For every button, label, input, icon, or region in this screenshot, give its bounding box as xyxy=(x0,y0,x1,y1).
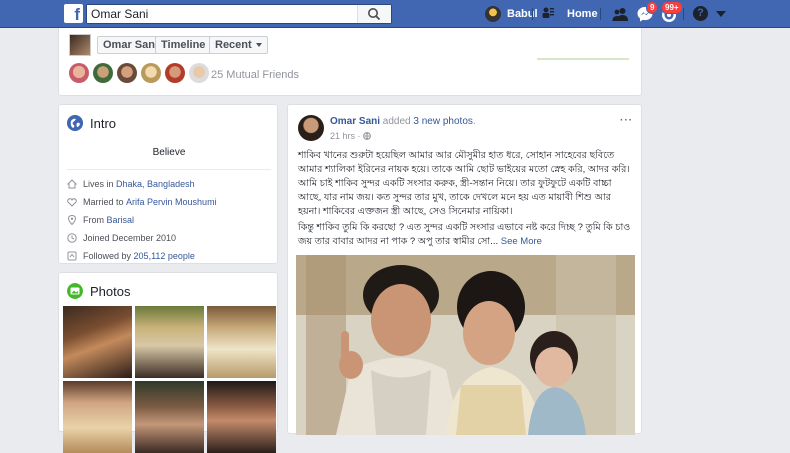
nav-divider xyxy=(600,8,601,20)
intro-from: From Barisal xyxy=(67,215,134,225)
search-box[interactable] xyxy=(86,4,392,24)
recent-label: Recent xyxy=(215,39,252,51)
mutual-friend-avatar[interactable] xyxy=(69,63,89,83)
photos-card: Photos xyxy=(58,272,278,453)
mutual-friend-avatar[interactable] xyxy=(189,63,209,83)
post-options-button[interactable]: ··· xyxy=(620,115,633,126)
intro-lives-in: Lives in Dhaka, Bangladesh xyxy=(67,179,195,189)
find-friends-icon[interactable] xyxy=(541,6,555,20)
intro-followers: Followed by 205,112 people xyxy=(67,251,195,261)
post-header: Omar Sani added 3 new photos. xyxy=(330,116,476,127)
intro-married-to: Married to Arifa Pervin Moushumi xyxy=(67,197,217,207)
notifications-button[interactable]: 99+ xyxy=(660,1,683,23)
photo-thumbnail[interactable] xyxy=(135,381,204,453)
profile-link[interactable]: Babul xyxy=(485,5,538,23)
lives-in-prefix: Lives in xyxy=(83,179,114,189)
post-photo[interactable] xyxy=(296,255,635,435)
heart-icon xyxy=(67,198,77,207)
intro-card: Intro Believe Lives in Dhaka, Bangladesh… xyxy=(58,104,278,264)
globe-icon xyxy=(67,115,83,131)
search-button[interactable] xyxy=(357,5,391,23)
photo-thumbnail[interactable] xyxy=(207,381,276,453)
user-avatar xyxy=(485,6,501,22)
post-photo-image xyxy=(296,255,635,435)
mutual-friend-avatar[interactable] xyxy=(117,63,137,83)
post-text-paragraph-2-body: কিন্তু শাকিব তুমি কি করছো ? এত সুন্দর এক… xyxy=(298,222,631,247)
home-icon xyxy=(67,179,77,189)
location-pin-icon xyxy=(67,215,77,225)
chevron-down-icon xyxy=(255,43,262,48)
photos-header: Photos xyxy=(67,283,130,299)
mutual-friend-avatar[interactable] xyxy=(141,63,161,83)
intro-header: Intro xyxy=(67,115,116,131)
intro-bio: Believe xyxy=(152,147,186,158)
nav-divider xyxy=(532,8,533,20)
photo-thumbnail[interactable] xyxy=(207,306,276,378)
divider xyxy=(537,58,629,60)
from-prefix: From xyxy=(83,215,104,225)
photos-title: Photos xyxy=(90,283,131,299)
facebook-logo[interactable]: f xyxy=(64,4,83,23)
photos-icon xyxy=(67,283,83,299)
post-text-paragraph-2: কিন্তু শাকিব তুমি কি করছো ? এত সুন্দর এক… xyxy=(298,221,634,249)
post-text-paragraph-1: শাকিব খানের শুরুটা হয়েছিল আমার আর মৌসুম… xyxy=(298,150,630,217)
post-author-avatar[interactable] xyxy=(298,115,324,141)
photo-thumbnail[interactable] xyxy=(63,306,132,378)
see-more-link[interactable]: See More xyxy=(501,236,542,247)
post-action-suffix: . xyxy=(472,116,476,127)
profile-avatar[interactable] xyxy=(69,34,91,56)
married-to-link[interactable]: Arifa Pervin Moushumi xyxy=(126,197,217,207)
timeline-post: Omar Sani added 3 new photos. 21 hrs · ·… xyxy=(287,104,642,435)
timeline-label: Timeline xyxy=(161,39,206,51)
divider xyxy=(67,169,271,170)
post-time-text: 21 hrs · xyxy=(330,131,364,141)
notifications-badge: 99+ xyxy=(661,1,683,14)
photo-grid xyxy=(63,306,276,453)
married-to-prefix: Married to xyxy=(83,197,124,207)
help-icon[interactable]: ? xyxy=(693,6,708,21)
post-timestamp[interactable]: 21 hrs · xyxy=(330,131,371,141)
post-photos-link[interactable]: 3 new photos xyxy=(413,116,473,127)
mutual-friends-avatars xyxy=(69,63,213,83)
messages-button[interactable]: 9 xyxy=(636,1,659,23)
followers-link[interactable]: 205,112 people xyxy=(134,251,195,261)
intro-joined: Joined December 2010 xyxy=(67,233,176,243)
friend-requests-icon[interactable] xyxy=(611,5,629,23)
lives-in-link[interactable]: Dhaka, Bangladesh xyxy=(116,179,195,189)
mutual-friend-avatar[interactable] xyxy=(93,63,113,83)
joined-date: Joined December 2010 xyxy=(83,233,177,243)
search-icon xyxy=(368,8,381,21)
followed-by-prefix: Followed by xyxy=(83,251,132,261)
search-input[interactable] xyxy=(87,5,357,23)
profile-header-strip: Omar Sani Timeline Recent 25 Mutual Frie… xyxy=(58,28,642,96)
home-link[interactable]: Home xyxy=(567,8,598,20)
top-navigation-bar: f Babul Home 9 xyxy=(0,0,790,28)
mutual-friend-avatar[interactable] xyxy=(165,63,185,83)
post-author-name[interactable]: Omar Sani xyxy=(330,116,380,127)
clock-icon xyxy=(67,233,77,243)
globe-icon xyxy=(363,132,371,141)
from-link[interactable]: Barisal xyxy=(107,215,135,225)
photo-thumbnail[interactable] xyxy=(63,381,132,453)
recent-dropdown[interactable]: Recent xyxy=(209,36,268,54)
nav-divider xyxy=(683,8,684,20)
intro-title: Intro xyxy=(90,115,117,131)
photo-thumbnail[interactable] xyxy=(135,306,204,378)
post-action-prefix: added xyxy=(380,116,414,127)
messages-badge: 9 xyxy=(646,1,659,14)
followers-icon xyxy=(67,251,77,261)
settings-caret-icon[interactable] xyxy=(716,11,726,17)
profile-name-button[interactable]: Omar Sani xyxy=(97,36,165,54)
mutual-friends-count[interactable]: 25 Mutual Friends xyxy=(211,69,299,81)
